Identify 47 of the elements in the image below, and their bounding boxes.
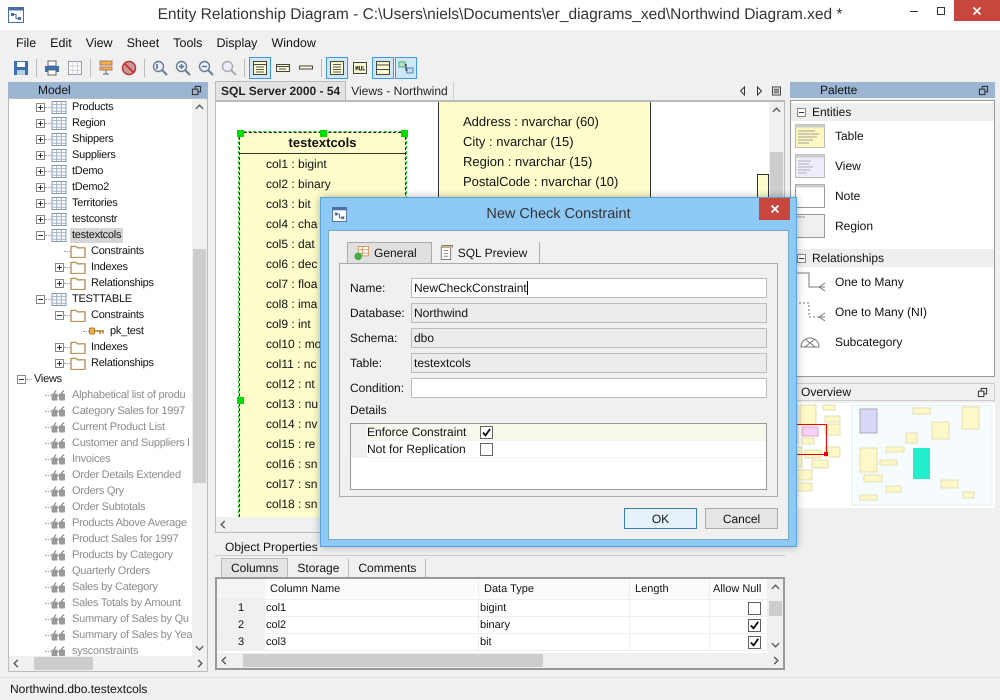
column-entry: col3 : bit [266,196,311,213]
panel-title: Overview [801,385,852,399]
property-name: Enforce Constraint [367,425,468,439]
dialog-title: New Check Constraint [486,206,631,222]
column-entry: col14 : nv [266,416,318,433]
row-number: 2 [217,617,265,633]
table-cell: binary [479,617,630,633]
column-entry: Region : nvarchar (15) [463,153,592,171]
column-entry: col2 : binary [266,176,331,193]
column-entry: col13 : nu [266,396,318,413]
field-label: Condition: [350,380,406,394]
column-entry: col7 : floa [266,276,318,293]
column-entry: col6 : dec [266,256,318,273]
section-title: Entities [812,105,852,119]
field-label: Name: [350,280,386,294]
table-cell: col2 [265,617,479,633]
row-number: 3 [217,634,265,650]
table-cell: bit [479,634,630,650]
column-entry: col8 : ima [266,296,318,313]
column-entry: col16 : sn [266,456,318,473]
panel-title: Object Properties [225,540,318,554]
field-label: Schema: [350,330,398,344]
property-name: Not for Replication [367,442,467,456]
field-label: Table: [350,356,384,370]
table-cell: bigint [479,600,630,616]
table-cell: col3 [265,634,479,650]
column-entry: PostalCode : nvarchar (10) [463,173,618,191]
column-entry: col5 : dat [266,236,315,253]
panel-title: Palette [820,83,858,97]
panel-title: Model [38,83,71,97]
column-entry: City : nvarchar (15) [463,133,574,151]
column-entry: col11 : nc [266,356,316,373]
column-entry: Address : nvarchar (60) [463,113,599,131]
column-entry: col4 : cha [266,216,318,233]
window-title: Entity Relationship Diagram - C:\Users\niels\Documents\er_diagrams_xed\Northwind Diagram.xed * [158,6,842,24]
column-entry: col12 : nt [266,376,315,393]
section-label: Details [350,403,388,419]
column-entry: col18 : sn [266,496,318,513]
column-entry: col17 : sn [266,476,318,493]
column-entry: col1 : bigint [266,156,327,173]
row-number: 1 [217,600,265,616]
field-label: Database: [350,306,406,320]
column-entry: col15 : re [266,436,316,453]
column-entry: col9 : int [266,316,311,333]
section-title: Relationships [812,251,884,265]
status-text: Northwind.dbo.testextcols [10,682,148,696]
table-cell: col1 [265,600,479,616]
